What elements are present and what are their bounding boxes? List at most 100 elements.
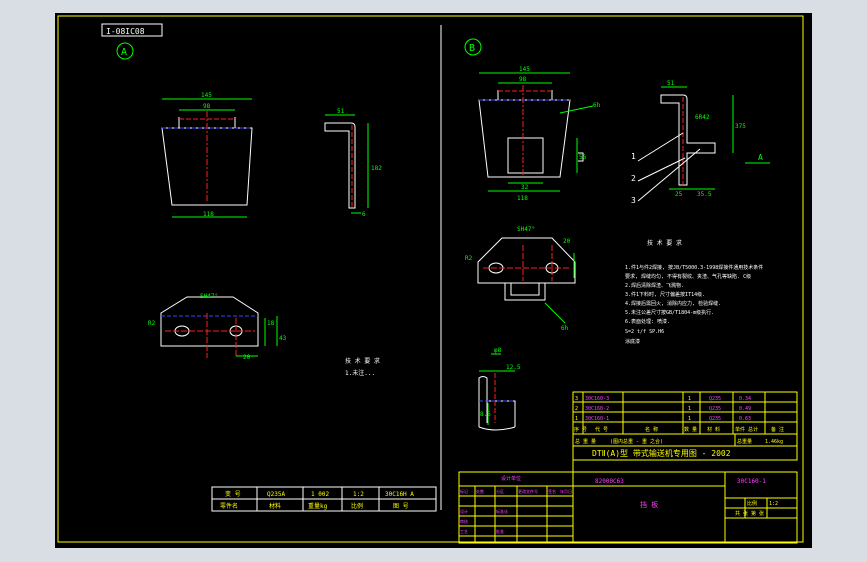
part-2-code: 30C160-2 [585,406,609,412]
view-b-profile-a: 25 [675,191,683,198]
rev-r0c2: 分区 [496,488,504,494]
lt-r1c5: 30C16H A [385,491,414,498]
lt-r2c1: 零件名 [220,502,238,510]
drawing-no-left: 82000C63 [595,478,624,485]
part-1-no: 1 [575,416,578,422]
rev-r0c4: 签名 [548,488,556,494]
hdr-mat: 材 料 [707,426,720,433]
part-name: 挡 板 [640,500,658,509]
lt-r2c2: 材料 [269,502,281,510]
lt-r1c3: 1 002 [311,491,329,498]
part-3-wt: 0.34 [739,396,751,402]
callout-2: 2 [631,174,636,183]
callout-1: 1 [631,152,636,161]
lt-r1c1: 变 号 [225,490,241,498]
hdr-qty: 数 量 [684,426,697,433]
doc-number-text: I-08IC08 [106,27,145,36]
view-b-detail-phi: φ8 [494,347,502,354]
callout-2-leader [637,157,686,182]
lt-r1c2: Q235A [267,491,285,498]
weight-label: 总 重 量 [575,438,596,445]
view-b-detail-h: 8.5 [480,411,491,418]
rev-r0c3: 更改文件号 [518,488,538,494]
part-2-mat: Q235 [709,406,721,412]
part-1-code: 30C160-1 [585,416,609,422]
lt-r2c4: 比例 [351,502,363,510]
rev-r0c5: 年月日 [560,488,572,494]
weight-total-label: 总重量 [737,438,752,445]
view-a-note-line: 1.未注... [345,369,375,377]
view-a-profile-height: 182 [371,165,382,172]
hdr-note: 备 注 [771,426,784,433]
view-b-profile-h: 375 [735,123,746,130]
callout-1-leader [637,132,684,162]
lt-r1c4: 1:2 [353,491,364,498]
view-b-plan-6h: 6h [561,325,569,332]
drawing-canvas: I-08IC08 A 145 98 118 51 182 6 SH47° R2 … [55,13,812,548]
part-1-qty: 1 [688,416,691,422]
view-b-dim-bottom: 118 [517,195,528,202]
note-line: 5.未注公差尺寸按GB/T1804-m级执行. [625,309,714,316]
view-b-plan-20: 20 [563,238,571,245]
note-line: 2.焊后清除焊渣、飞溅物. [625,282,684,289]
note-line: 要求, 焊缝均匀, 不得有裂纹、夹渣、气孔等缺陷. C级 [625,273,751,280]
view-b-plan [477,237,576,324]
view-a-dim-bottom: 118 [203,211,214,218]
view-a-plan-width: SH47° [200,293,218,300]
view-a-plan-h2: 43 [279,335,287,342]
scale-label: 比例 [747,500,757,507]
callout-3-leader [637,148,701,202]
hdr-code: 代 号 [595,426,608,433]
view-b-dim-side: 56 [579,154,587,161]
part-3-qty: 1 [688,396,691,402]
view-b-dim-top: 145 [519,66,530,73]
lt-r2c3: 重量kg [308,502,328,510]
rev-approve: 批准 [496,528,504,534]
rev-review: 审核 [460,518,468,524]
view-a-plan [160,296,278,358]
sheet-label: 共 张 第 张 [735,510,764,517]
note-line: 3.件1下料时, 尺寸偏差按IT14级. [625,291,705,298]
callout-3: 3 [631,196,636,205]
view-a-profile-thk: 6 [362,211,366,218]
view-a-profile-top: 51 [337,108,345,115]
view-a-plan-r: R2 [148,320,156,327]
note-line: S=2 t/f SP.H6 [625,329,664,335]
view-a-label: A [121,47,127,58]
hdr-no: 序 号 [574,426,587,433]
view-b-plan-r: R2 [465,255,473,262]
company-name: 设计单位 [501,475,521,482]
note-line: 4.焊接后需回火, 消除内应力, 检验焊缝. [625,300,721,307]
view-a-arrow-label: A [758,153,763,162]
view-b-profile [660,86,734,190]
note-line: 涂底漆 [625,338,640,345]
rev-r0c0: 标记 [460,488,468,494]
note-line: 1.件1与件2焊接, 按JB/T5000.3-1998焊接件通用技术条件 [625,264,763,271]
rev-process: 工艺 [460,529,468,534]
view-a-dim-top: 145 [201,92,212,99]
view-a-dim-inner: 98 [203,103,211,110]
weight-total-value: 1.46kg [765,439,783,445]
notes-lines: 1.件1与件2焊接, 按JB/T5000.3-1998焊接件通用技术条件 要求,… [625,264,763,345]
rev-standard: 标准化 [496,508,508,514]
weight-desc: (图内总重 - 重 之合) [610,438,663,445]
cad-drawing: I-08IC08 A 145 98 118 51 182 6 SH47° R2 … [57,15,804,544]
view-a-profile [324,114,369,214]
view-b-profile-r: 6R42 [695,114,710,121]
view-b-dim-slot: 32 [521,184,529,191]
notes-title: 技 术 要 求 [647,239,682,247]
view-b-profile-b: 35.5 [697,191,712,198]
part-3-mat: Q235 [709,396,721,402]
view-a-plan-h1: 18 [267,320,275,327]
part-3-code: 30C160-3 [585,396,609,402]
note-line: 6.表面处理: 喷漆. [625,318,670,325]
view-b-weld: 6h [593,102,601,109]
view-b-plan-width: SH47° [517,226,535,233]
project-title: DTⅡ(A)型 带式输送机专用图 - 2002 [592,448,731,458]
part-2-no: 2 [575,406,578,412]
view-b-detail-w: 12.5 [506,364,521,371]
rev-r0c1: 处数 [476,488,484,494]
part-2-wt: 0.49 [739,406,751,412]
lt-r2c5: 图 号 [393,503,409,510]
part-3-no: 3 [575,396,578,402]
